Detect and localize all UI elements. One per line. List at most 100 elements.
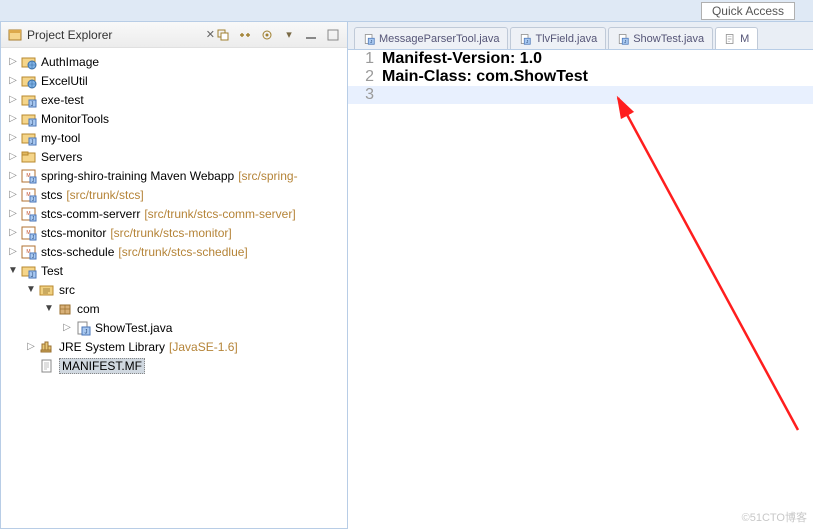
tree-item-decorator: [src/spring- bbox=[238, 169, 297, 183]
tree-item[interactable]: ▼ src bbox=[1, 280, 347, 299]
tree-item[interactable]: ▷Jexe-test bbox=[1, 90, 347, 109]
svg-text:J: J bbox=[31, 140, 34, 146]
java-icon: J bbox=[21, 92, 37, 108]
svg-text:J: J bbox=[31, 121, 34, 127]
arrow-collapsed-icon[interactable]: ▷ bbox=[5, 208, 21, 219]
minimize-icon[interactable] bbox=[303, 27, 319, 43]
maximize-icon[interactable] bbox=[325, 27, 341, 43]
code-line[interactable]: 3 bbox=[348, 86, 813, 104]
tree-item-label: JRE System Library bbox=[59, 340, 165, 354]
line-number: 2 bbox=[348, 68, 378, 86]
arrow-collapsed-icon[interactable]: ▷ bbox=[5, 75, 21, 86]
tree-item[interactable]: ▷ J MonitorTools bbox=[1, 109, 347, 128]
svg-text:J: J bbox=[624, 39, 626, 44]
tree-item[interactable]: ▷MJstcs-comm-serverr[src/trunk/stcs-comm… bbox=[1, 204, 347, 223]
mvn-icon: MJ bbox=[21, 187, 37, 203]
watermark-text: ©51CTO博客 bbox=[742, 509, 807, 525]
tab-label: M bbox=[740, 33, 749, 45]
tab-label: MessageParserTool.java bbox=[379, 33, 499, 45]
tree-item-label: stcs bbox=[41, 188, 62, 202]
arrow-collapsed-icon[interactable]: ▷ bbox=[5, 170, 21, 181]
text-editor[interactable]: 1Manifest-Version: 1.02Main-Class: com.S… bbox=[348, 50, 813, 529]
pane-close-icon[interactable]: ✕ bbox=[206, 28, 215, 41]
tree-item[interactable]: ▷MJstcs[src/trunk/stcs] bbox=[1, 185, 347, 204]
tree-item-decorator: [src/trunk/stcs-schedlue] bbox=[118, 245, 247, 259]
view-menu-icon[interactable]: ▾ bbox=[281, 27, 297, 43]
line-number: 3 bbox=[348, 86, 378, 104]
project-explorer-pane: Project Explorer ✕ ▾ ▷ AuthImage ▷ ExcelUti… bbox=[0, 22, 348, 529]
tree-item-label: spring-shiro-training Maven Webapp bbox=[41, 169, 234, 183]
collapse-all-icon[interactable] bbox=[215, 27, 231, 43]
tree-item-label: MANIFEST.MF bbox=[59, 358, 145, 374]
link-editor-icon[interactable] bbox=[237, 27, 253, 43]
project-tree[interactable]: ▷AuthImage▷ExcelUtil▷Jexe-test▷JMonitorT… bbox=[1, 48, 347, 528]
javafile-icon: J bbox=[617, 33, 629, 45]
pane-title: Project Explorer bbox=[27, 28, 203, 42]
arrow-collapsed-icon[interactable]: ▷ bbox=[5, 246, 21, 257]
tree-item[interactable]: ▷MJ spring-shiro-training Maven Webapp [sr… bbox=[1, 166, 347, 185]
tree-item[interactable]: ▷ ExcelUtil bbox=[1, 71, 347, 90]
code-line[interactable]: 1Manifest-Version: 1.0 bbox=[348, 50, 813, 68]
tree-item-label: AuthImage bbox=[41, 55, 99, 69]
code-text bbox=[378, 86, 382, 104]
mvn-icon: MJ bbox=[21, 225, 37, 241]
folder-icon bbox=[21, 149, 37, 165]
svg-text:J: J bbox=[31, 273, 34, 279]
tree-item-label: Servers bbox=[41, 150, 82, 164]
editor-tab[interactable]: J MessageParserTool.java bbox=[354, 27, 508, 49]
code-line[interactable]: 2Main-Class: com.ShowTest bbox=[348, 68, 813, 86]
tree-item[interactable]: ▷ AuthImage bbox=[1, 52, 347, 71]
jre-icon bbox=[39, 339, 55, 355]
tree-item-label: ExcelUtil bbox=[41, 74, 88, 88]
mvn-icon: MJ bbox=[21, 168, 37, 184]
tree-item-label: stcs-comm-serverr bbox=[41, 207, 140, 221]
arrow-collapsed-icon[interactable]: ▷ bbox=[5, 113, 21, 124]
tree-item-decorator: [src/trunk/stcs-monitor] bbox=[110, 226, 231, 240]
tree-item-label: stcs-monitor bbox=[41, 226, 106, 240]
file-icon bbox=[39, 358, 55, 374]
quick-access-field[interactable]: Quick Access bbox=[701, 2, 795, 20]
editor-tab[interactable]: J ShowTest.java bbox=[608, 27, 713, 49]
arrow-collapsed-icon[interactable]: ▷ bbox=[59, 322, 75, 333]
javafile-icon: J bbox=[363, 33, 375, 45]
tree-item-label: ShowTest.java bbox=[95, 321, 172, 335]
arrow-collapsed-icon[interactable]: ▷ bbox=[5, 227, 21, 238]
tree-item[interactable]: ▼com bbox=[1, 299, 347, 318]
tree-item-decorator: [JavaSE-1.6] bbox=[169, 340, 238, 354]
tree-item[interactable]: ▷ J ShowTest.java bbox=[1, 318, 347, 337]
web-icon bbox=[21, 54, 37, 70]
arrow-collapsed-icon[interactable]: ▷ bbox=[5, 56, 21, 67]
tab-label: ShowTest.java bbox=[633, 33, 704, 45]
arrow-collapsed-icon[interactable]: ▷ bbox=[5, 189, 21, 200]
arrow-expanded-icon[interactable]: ▼ bbox=[23, 284, 39, 295]
tree-item-label: src bbox=[59, 283, 75, 297]
tree-item-label: MonitorTools bbox=[41, 112, 109, 126]
javafile-icon: J bbox=[519, 33, 531, 45]
arrow-collapsed-icon[interactable]: ▷ bbox=[5, 132, 21, 143]
code-text: Manifest-Version: 1.0 bbox=[378, 50, 542, 68]
arrow-collapsed-icon[interactable]: ▷ bbox=[5, 151, 21, 162]
tree-item[interactable]: ▷ JRE System Library [JavaSE-1.6] bbox=[1, 337, 347, 356]
arrow-expanded-icon[interactable]: ▼ bbox=[41, 303, 57, 314]
editor-tab[interactable]: J TlvField.java bbox=[510, 27, 606, 49]
arrow-collapsed-icon[interactable]: ▷ bbox=[5, 94, 21, 105]
arrow-expanded-icon[interactable]: ▼ bbox=[5, 265, 21, 276]
tree-item[interactable]: ▷ Servers bbox=[1, 147, 347, 166]
svg-text:J: J bbox=[85, 329, 88, 335]
javafile-icon: J bbox=[75, 320, 91, 336]
tree-item[interactable]: ▼JTest bbox=[1, 261, 347, 280]
editor-tab[interactable]: M bbox=[715, 27, 758, 49]
tree-item[interactable]: ▷Jmy-tool bbox=[1, 128, 347, 147]
java-icon: J bbox=[21, 111, 37, 127]
tab-label: TlvField.java bbox=[535, 33, 597, 45]
tree-item[interactable]: MANIFEST.MF bbox=[1, 356, 347, 375]
java-icon: J bbox=[21, 263, 37, 279]
navigator-icon bbox=[7, 27, 23, 43]
tree-item[interactable]: ▷MJstcs-schedule[src/trunk/stcs-schedlue… bbox=[1, 242, 347, 261]
arrow-collapsed-icon[interactable]: ▷ bbox=[23, 341, 39, 352]
tree-item[interactable]: ▷MJ stcs-monitor [src/trunk/stcs-monitor] bbox=[1, 223, 347, 242]
tree-item-decorator: [src/trunk/stcs-comm-server] bbox=[144, 207, 295, 221]
editor-tab-bar: J MessageParserTool.java J TlvField.java J Sh… bbox=[348, 22, 813, 50]
focus-task-icon[interactable] bbox=[259, 27, 275, 43]
svg-text:J: J bbox=[370, 39, 372, 44]
